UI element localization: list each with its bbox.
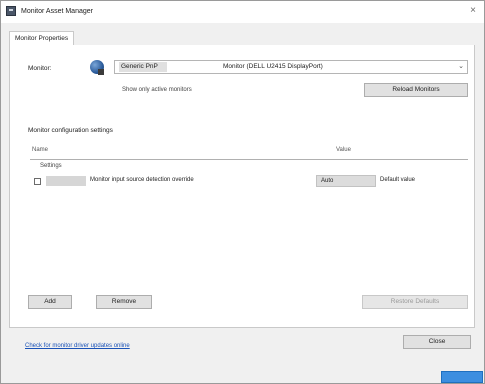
setting-row-swatch xyxy=(46,176,86,186)
settings-section-title: Monitor configuration settings xyxy=(28,127,113,134)
restore-defaults-button[interactable]: Restore Defaults xyxy=(362,295,468,309)
tab-strip: Monitor Properties xyxy=(9,29,475,46)
setting-row-value[interactable]: Auto xyxy=(316,175,376,187)
settings-list-caption: Settings xyxy=(40,163,62,169)
remove-button[interactable]: Remove xyxy=(96,295,152,309)
header-divider xyxy=(30,159,468,160)
chevron-down-icon: ⌄ xyxy=(458,63,464,70)
add-button[interactable]: Add xyxy=(28,295,72,309)
monitor-label: Monitor: xyxy=(28,65,52,72)
column-header-name[interactable]: Name xyxy=(32,147,48,153)
globe-monitor-icon xyxy=(90,60,104,75)
app-icon xyxy=(6,6,16,16)
close-button[interactable]: Close xyxy=(403,335,471,349)
column-header-value[interactable]: Value xyxy=(336,147,351,153)
driver-update-link[interactable]: Check for monitor driver updates online xyxy=(25,343,130,349)
monitor-subtitle: Show only active monitors xyxy=(122,87,192,93)
setting-row-description: Default value xyxy=(380,177,416,183)
close-icon[interactable]: × xyxy=(466,4,480,18)
dialog-window: Monitor Asset Manager × Monitor Properti… xyxy=(0,0,485,384)
monitor-selected-name: Generic PnP xyxy=(121,63,158,70)
tab-content-panel: Monitor: Generic PnP Monitor (DELL U2415… xyxy=(9,45,475,328)
monitor-dropdown[interactable]: Generic PnP Monitor (DELL U2415 DisplayP… xyxy=(114,60,468,74)
taskbar-corner-button[interactable] xyxy=(441,371,483,383)
setting-row-checkbox[interactable] xyxy=(34,178,41,185)
monitor-selected-detail: Monitor (DELL U2415 DisplayPort) xyxy=(223,63,323,70)
reload-monitors-button[interactable]: Reload Monitors xyxy=(364,83,468,97)
setting-row-name[interactable]: Monitor input source detection override xyxy=(90,177,194,183)
window-title: Monitor Asset Manager xyxy=(21,8,93,15)
title-bar: Monitor Asset Manager × xyxy=(1,1,484,23)
tab-monitor-properties[interactable]: Monitor Properties xyxy=(9,31,75,46)
